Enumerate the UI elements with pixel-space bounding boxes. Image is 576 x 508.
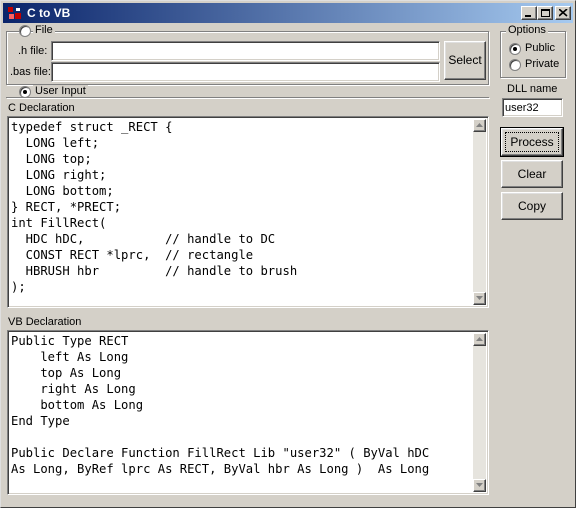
h-file-input[interactable] [51,41,440,61]
minimize-button[interactable] [521,6,537,20]
c-declaration-scrollbar[interactable] [473,119,486,305]
c-scroll-up-button[interactable] [473,119,486,132]
file-radio-label: File [33,24,55,36]
vb-declaration-scrollbar[interactable] [473,333,486,492]
app-icon [8,7,21,19]
window-title: C to VB [27,6,71,20]
main-window: C to VB File .h file: .bas file: Select … [0,0,576,508]
minimize-icon [525,15,531,17]
private-radio[interactable] [509,59,521,71]
arrow-up-icon [476,123,483,127]
user-input-separator [6,97,489,98]
title-bar[interactable]: C to VB [3,3,573,23]
clear-button[interactable]: Clear [501,160,563,188]
c-declaration-label: C Declaration [8,102,75,114]
options-groupbox [500,31,566,78]
user-input-radio[interactable] [19,86,31,98]
public-radio[interactable] [509,43,521,55]
c-scroll-down-button[interactable] [473,292,486,305]
h-file-label: .h file: [18,45,48,57]
dll-name-input[interactable] [502,98,563,117]
vb-scroll-up-button[interactable] [473,333,486,346]
c-declaration-code: typedef struct _RECT { LONG left; LONG t… [11,120,298,294]
clear-button-label: Clear [517,167,547,181]
select-button[interactable]: Select [444,41,486,80]
file-radio[interactable] [19,25,31,37]
dll-name-label: DLL name [507,83,558,95]
vb-declaration-label: VB Declaration [8,316,82,328]
maximize-button[interactable] [537,6,553,20]
options-label: Options [506,24,548,36]
copy-button-label: Copy [517,199,546,213]
bas-file-input[interactable] [51,62,440,82]
process-button[interactable]: Process [500,127,564,157]
select-button-label: Select [448,53,482,67]
process-button-label: Process [510,135,554,149]
close-button[interactable] [555,6,571,20]
vb-scroll-down-button[interactable] [473,479,486,492]
arrow-up-icon [476,337,483,341]
c-declaration-textarea[interactable]: typedef struct _RECT { LONG left; LONG t… [7,116,489,308]
bas-file-label: .bas file: [10,66,51,78]
vb-declaration-code: Public Type RECT left As Long top As Lon… [11,334,430,476]
copy-button[interactable]: Copy [501,192,563,220]
user-input-radio-label: User Input [33,85,88,97]
maximize-icon [541,9,550,17]
vb-declaration-textarea[interactable]: Public Type RECT left As Long top As Lon… [7,330,489,495]
arrow-down-icon [476,483,483,487]
arrow-down-icon [476,296,483,300]
close-icon [559,9,568,17]
public-radio-label: Public [525,42,555,54]
private-radio-label: Private [525,58,560,70]
